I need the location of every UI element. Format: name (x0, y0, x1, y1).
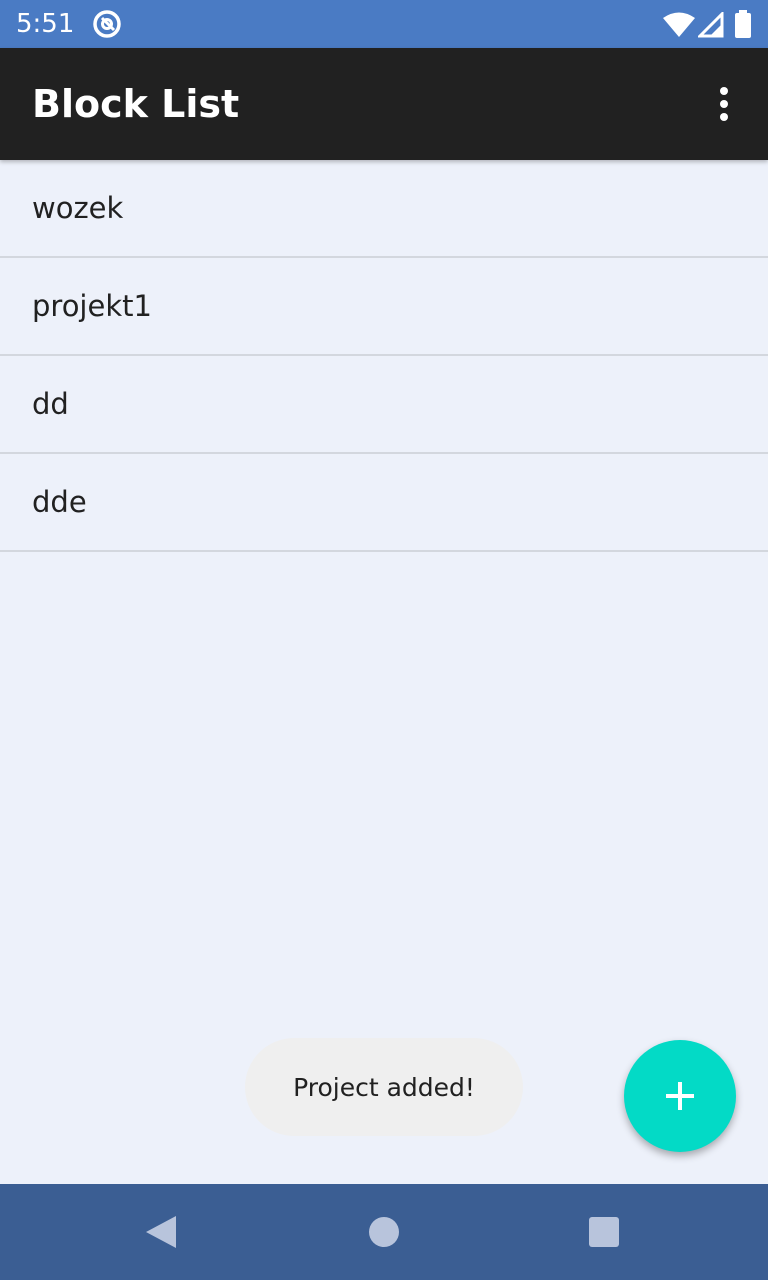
page-title: Block List (32, 82, 240, 126)
more-vert-icon (720, 87, 728, 121)
list-item-label: wozek (32, 191, 124, 225)
list-item[interactable]: dde (0, 454, 768, 552)
toast: Project added! (245, 1038, 523, 1136)
list-item[interactable]: projekt1 (0, 258, 768, 356)
home-icon[interactable] (368, 1216, 400, 1248)
cell-signal-icon (698, 12, 724, 38)
status-bar: 5:51 (0, 0, 768, 48)
add-icon (666, 1082, 694, 1110)
add-project-button[interactable] (624, 1040, 736, 1152)
status-time: 5:51 (16, 9, 75, 39)
app-notification-icon (93, 10, 121, 38)
list-item-label: dd (32, 387, 69, 421)
wifi-icon (663, 12, 695, 37)
navigation-bar (0, 1184, 768, 1280)
battery-icon (735, 10, 751, 38)
block-list: wozek projekt1 dd dde (0, 160, 768, 552)
screen: 5:51 Block List wozek projekt1 dd dde Pr… (0, 0, 768, 1280)
list-item-label: dde (32, 485, 87, 519)
list-item-label: projekt1 (32, 289, 152, 323)
toast-message: Project added! (293, 1072, 475, 1102)
app-bar: Block List (0, 48, 768, 160)
list-item[interactable]: dd (0, 356, 768, 454)
back-icon[interactable] (144, 1214, 178, 1250)
more-options-button[interactable] (700, 80, 748, 128)
list-item[interactable]: wozek (0, 160, 768, 258)
recents-icon[interactable] (588, 1216, 620, 1248)
